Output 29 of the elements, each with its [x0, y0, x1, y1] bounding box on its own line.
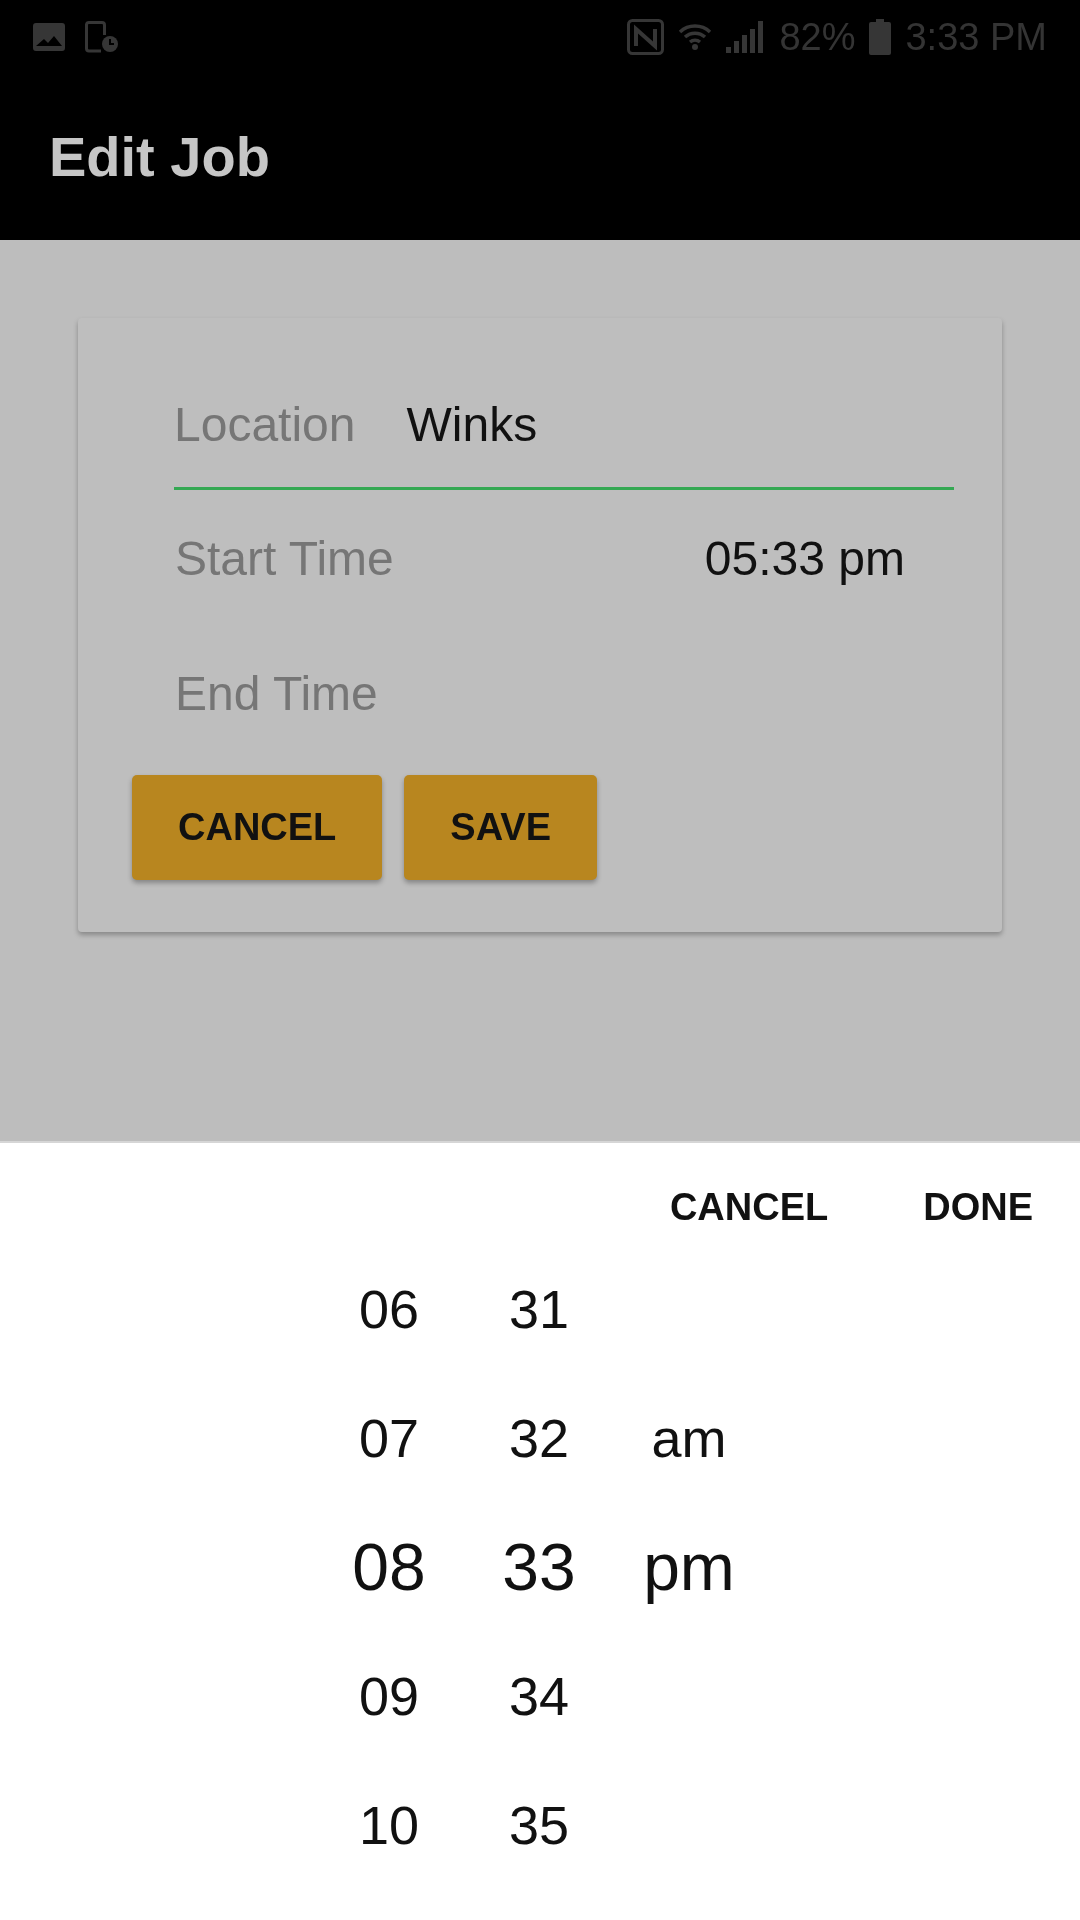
field-value: Winks [406, 396, 538, 453]
time-field[interactable]: Start Time 05:33 pm [175, 490, 905, 630]
picker-item[interactable]: 34 [508, 1664, 570, 1727]
done-button[interactable]: DONE [899, 1169, 1057, 1245]
image-icon [33, 22, 65, 51]
screen-title: Edit Job [49, 123, 270, 190]
field-label: Location [174, 396, 356, 453]
picker-item[interactable]: 10 [358, 1793, 420, 1856]
picker-item[interactable]: 31 [508, 1277, 570, 1340]
picker-item[interactable]: 08 [352, 1528, 426, 1605]
save-button[interactable]: SAVE [404, 775, 597, 880]
picker-item[interactable]: pm [643, 1528, 735, 1605]
battery-icon [869, 18, 892, 55]
picker-item[interactable]: 09 [358, 1664, 420, 1727]
picker-item[interactable]: 33 [502, 1528, 576, 1605]
field-label: End Time [175, 665, 378, 722]
cancel-button[interactable]: CANCEL [645, 1169, 853, 1245]
picker-item[interactable]: am [651, 1406, 727, 1469]
picker-item[interactable]: 07 [358, 1406, 420, 1469]
field-label: Start Time [175, 530, 394, 587]
nfc-icon [627, 18, 665, 55]
tablet-clock-icon [85, 20, 119, 53]
picker-item[interactable]: 35 [508, 1793, 570, 1856]
signal-icon [726, 20, 766, 53]
time-value: 05:33 pm [704, 530, 905, 587]
text-field[interactable]: Location Winks [174, 362, 954, 490]
picker-item[interactable]: 06 [358, 1277, 420, 1340]
picker-item[interactable]: 32 [508, 1406, 570, 1469]
cancel-button[interactable]: CANCEL [132, 775, 383, 880]
